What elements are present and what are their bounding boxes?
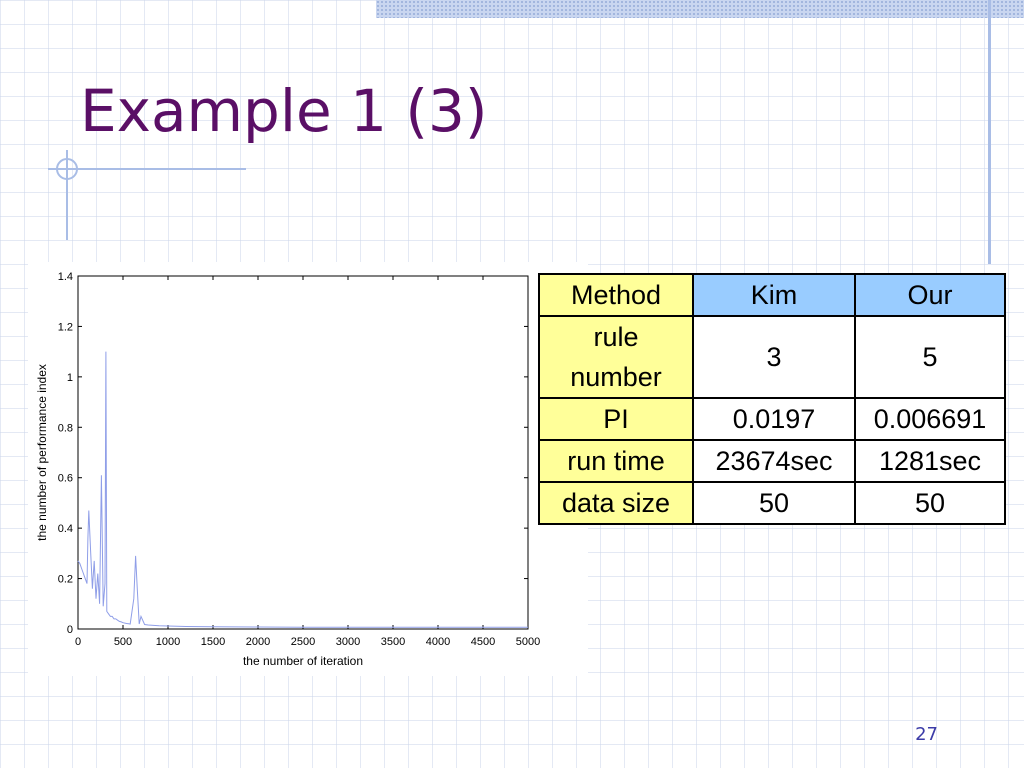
slide-title: Example 1 (3): [80, 77, 488, 145]
table-row: data size 50 50: [538, 481, 1006, 525]
cell-our-data-size: 50: [854, 481, 1006, 525]
y-tick-label: 0.4: [58, 523, 73, 535]
header-method: Method: [538, 273, 694, 317]
x-tick-label: 0: [75, 636, 81, 648]
y-tick-label: 1.2: [58, 321, 73, 333]
x-tick-label: 2000: [246, 636, 270, 648]
row-label-data-size: data size: [538, 481, 694, 525]
x-tick-label: 1500: [201, 636, 225, 648]
y-tick-label: 1: [67, 372, 73, 384]
row-label-line1: rule: [593, 322, 639, 352]
table-header-row: Method Kim Our: [538, 273, 1006, 317]
y-tick-label: 0.6: [58, 473, 73, 485]
table-row: rule number 3 5: [538, 315, 1006, 399]
cell-our-run-time: 1281sec: [854, 439, 1006, 483]
x-tick-label: 3500: [381, 636, 405, 648]
cell-kim-run-time: 23674sec: [692, 439, 856, 483]
cell-kim-data-size: 50: [692, 481, 856, 525]
x-tick-label: 4000: [426, 636, 450, 648]
header-band: [376, 0, 1024, 18]
table-row: run time 23674sec 1281sec: [538, 439, 1006, 483]
x-tick-label: 500: [114, 636, 132, 648]
y-tick-label: 0: [67, 624, 73, 636]
y-tick-label: 1.4: [58, 271, 73, 283]
row-label-rule-number: rule number: [538, 315, 694, 399]
results-table: Method Kim Our rule number 3 5 PI 0.0197…: [538, 273, 1006, 525]
header-kim: Kim: [692, 273, 856, 317]
slide: Example 1 (3) 0 500 1000 1500 2000 2500 3000 35…: [0, 0, 1024, 768]
slide-number: 27: [915, 724, 938, 745]
x-tick-label: 4500: [471, 636, 495, 648]
table-row: PI 0.0197 0.006691: [538, 397, 1006, 441]
decor-vertical-line-right: [988, 0, 991, 264]
cell-kim-rule-number: 3: [692, 315, 856, 399]
x-tick-label: 5000: [516, 636, 540, 648]
x-tick-label: 3000: [336, 636, 360, 648]
y-tick-label: 0.8: [58, 422, 73, 434]
x-tick-label: 1000: [156, 636, 180, 648]
cell-kim-pi: 0.0197: [692, 397, 856, 441]
row-label-pi: PI: [538, 397, 694, 441]
plot-layer: 0 500 1000 1500 2000 2500 3000 3500 4000 4500 5000…: [58, 271, 541, 648]
row-label-line2: number: [570, 362, 662, 392]
y-tick-label: 0.2: [58, 574, 73, 586]
x-tick-label: 2500: [291, 636, 315, 648]
cell-our-pi: 0.006691: [854, 397, 1006, 441]
chart-svg: 0 500 1000 1500 2000 2500 3000 3500 4000 4500 5000…: [35, 271, 541, 668]
row-label-run-time: run time: [538, 439, 694, 483]
crosshair-circle-icon: [56, 158, 78, 180]
header-our: Our: [854, 273, 1006, 317]
plot-frame: [77, 275, 529, 630]
x-axis-title: the number of iteration: [243, 654, 363, 668]
cell-our-rule-number: 5: [854, 315, 1006, 399]
y-axis-title: the number of performance index: [35, 364, 49, 541]
performance-chart: 0 500 1000 1500 2000 2500 3000 3500 4000 4500 5000…: [28, 262, 588, 676]
